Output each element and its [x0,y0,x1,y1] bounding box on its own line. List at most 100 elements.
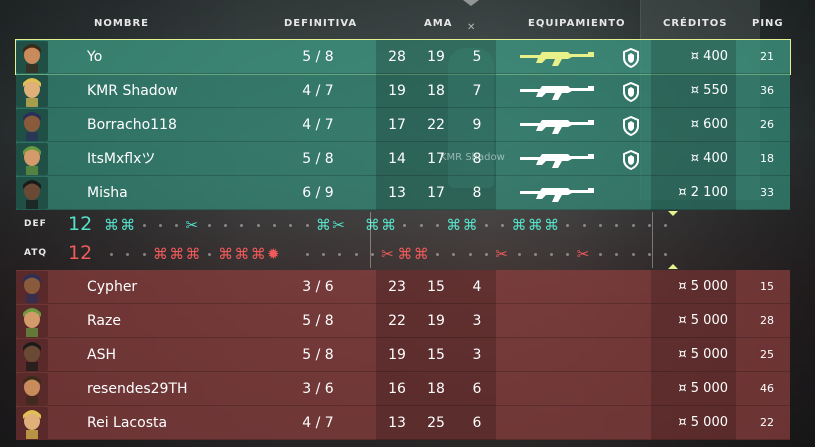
column-kda-header: AMA [424,18,453,29]
kills: 28 [388,49,406,65]
ultimate-points: 4 / 7 [302,117,334,133]
defuse-round-icon: ✂ [381,245,394,263]
enemy-player-row[interactable]: Raze 5 / 8 22 19 3 ¤ 5 000 28 [16,304,790,338]
spectated-player-overlay: KMR Shadow [440,152,505,163]
atq-score: 12 [68,242,93,264]
enemy-player-row[interactable]: Cypher 3 / 6 23 15 4 ¤ 5 000 15 [16,270,790,304]
kills: 14 [388,151,406,167]
round-empty-dot [110,253,113,256]
agent-avatar [16,373,48,405]
ultimate-points: 6 / 9 [302,185,334,201]
enemy-player-row[interactable]: resendes29TH 3 / 6 16 18 6 ¤ 5 000 46 [16,372,790,406]
top-chevron-icon [463,0,479,6]
ultimate-points: 5 / 8 [302,49,334,65]
round-empty-dot [240,224,244,227]
half-divider [370,212,371,268]
ping: 25 [760,348,774,361]
rifle-icon [518,148,596,170]
defuse-round-icon: ✂ [495,245,508,263]
shield-icon [622,81,640,103]
credits: ¤ 2 100 [678,185,728,200]
rifle-icon [518,80,596,102]
assists: 8 [472,185,482,201]
ping: 21 [760,50,774,63]
round-empty-dot [436,253,439,256]
kills: 16 [388,381,406,397]
round-empty-dot [566,253,570,256]
player-name: Cypher [87,279,138,295]
round-empty-dot [647,253,651,256]
row-divider [16,439,790,440]
close-icon[interactable]: ✕ [467,22,475,33]
deaths: 25 [427,415,445,431]
shield-icon [622,47,640,69]
ally-player-row[interactable]: Borracho118 4 / 7 17 22 9 ¤ 600 26 [16,108,790,142]
round-empty-dot [256,224,260,227]
enemy-player-row[interactable]: Rei Lacosta 4 / 7 13 25 6 ¤ 5 000 22 [16,406,790,440]
round-empty-dot [305,224,309,227]
round-empty-dot [175,224,179,227]
elim-round-icon: ⌘ [397,245,413,263]
detonate-round-icon: ✹ [267,245,280,263]
row-divider [16,209,790,210]
ultimate-points: 4 / 7 [302,83,334,99]
deaths: 17 [427,185,445,201]
round-empty-dot [142,253,146,256]
credits: ¤ 5 000 [678,347,728,362]
ping: 26 [760,118,774,131]
round-empty-dot [321,253,325,256]
atq-label: ATQ [24,248,48,258]
player-name: Misha [87,185,128,201]
assists: 7 [472,83,482,99]
rifle-icon [518,182,596,204]
agent-avatar [16,305,48,337]
deaths: 15 [427,347,445,363]
shield-icon [622,115,640,137]
ally-player-row[interactable]: Misha 6 / 9 13 17 8 ¤ 2 100 33 [16,176,790,210]
ping: 15 [760,280,774,293]
round-empty-dot [436,224,439,227]
ally-player-row[interactable]: KMR Shadow 4 / 7 19 18 7 ¤ 550 36 [16,74,790,108]
enemy-player-row[interactable]: ASH 5 / 8 19 15 3 ¤ 5 000 25 [16,338,790,372]
ally-player-row[interactable]: ItsMxflxツ 5 / 8 14 17 8 ¤ 400 18 [16,142,790,176]
round-empty-dot [631,253,635,256]
elim-round-icon: ⌘ [381,216,397,234]
round-empty-dot [647,224,651,227]
rifle-icon [518,46,596,68]
round-empty-dot [582,224,586,227]
agent-avatar [16,271,48,303]
kills: 19 [388,347,406,363]
credits: ¤ 5 000 [678,381,728,396]
agent-avatar [16,339,48,371]
overtime-divider [652,212,653,268]
round-empty-dot [664,224,668,227]
agent-avatar [16,407,48,439]
player-name: Rei Lacosta [87,415,168,431]
player-name: KMR Shadow [87,83,178,99]
player-name: ItsMxflxツ [87,151,156,167]
kills: 22 [388,313,406,329]
elim-round-icon: ⌘ [152,245,168,263]
round-empty-dot [305,253,309,256]
kills: 23 [388,279,406,295]
round-empty-dot [370,253,374,256]
elim-round-icon: ⌘ [315,216,331,234]
player-name: Yo [87,49,103,65]
column-equipment-header: EQUIPAMIENTO [528,18,626,29]
round-empty-dot [484,253,488,256]
elim-round-icon: ⌘ [250,245,266,263]
column-final-header: DEFINITIVA [284,18,358,29]
ally-player-row[interactable]: Yo 5 / 8 28 19 5 ¤ 400 21 [15,39,791,75]
deaths: 19 [427,49,445,65]
round-empty-dot [501,224,505,227]
round-empty-dot [158,224,162,227]
round-empty-dot [664,253,668,256]
credits: ¤ 400 [690,49,728,64]
round-empty-dot [207,253,211,256]
assists: 3 [472,347,482,363]
round-empty-dot [615,224,619,227]
ping: 36 [760,84,774,97]
elim-round-icon: ⌘ [120,216,136,234]
round-empty-dot [403,224,407,227]
credits: ¤ 400 [690,151,728,166]
